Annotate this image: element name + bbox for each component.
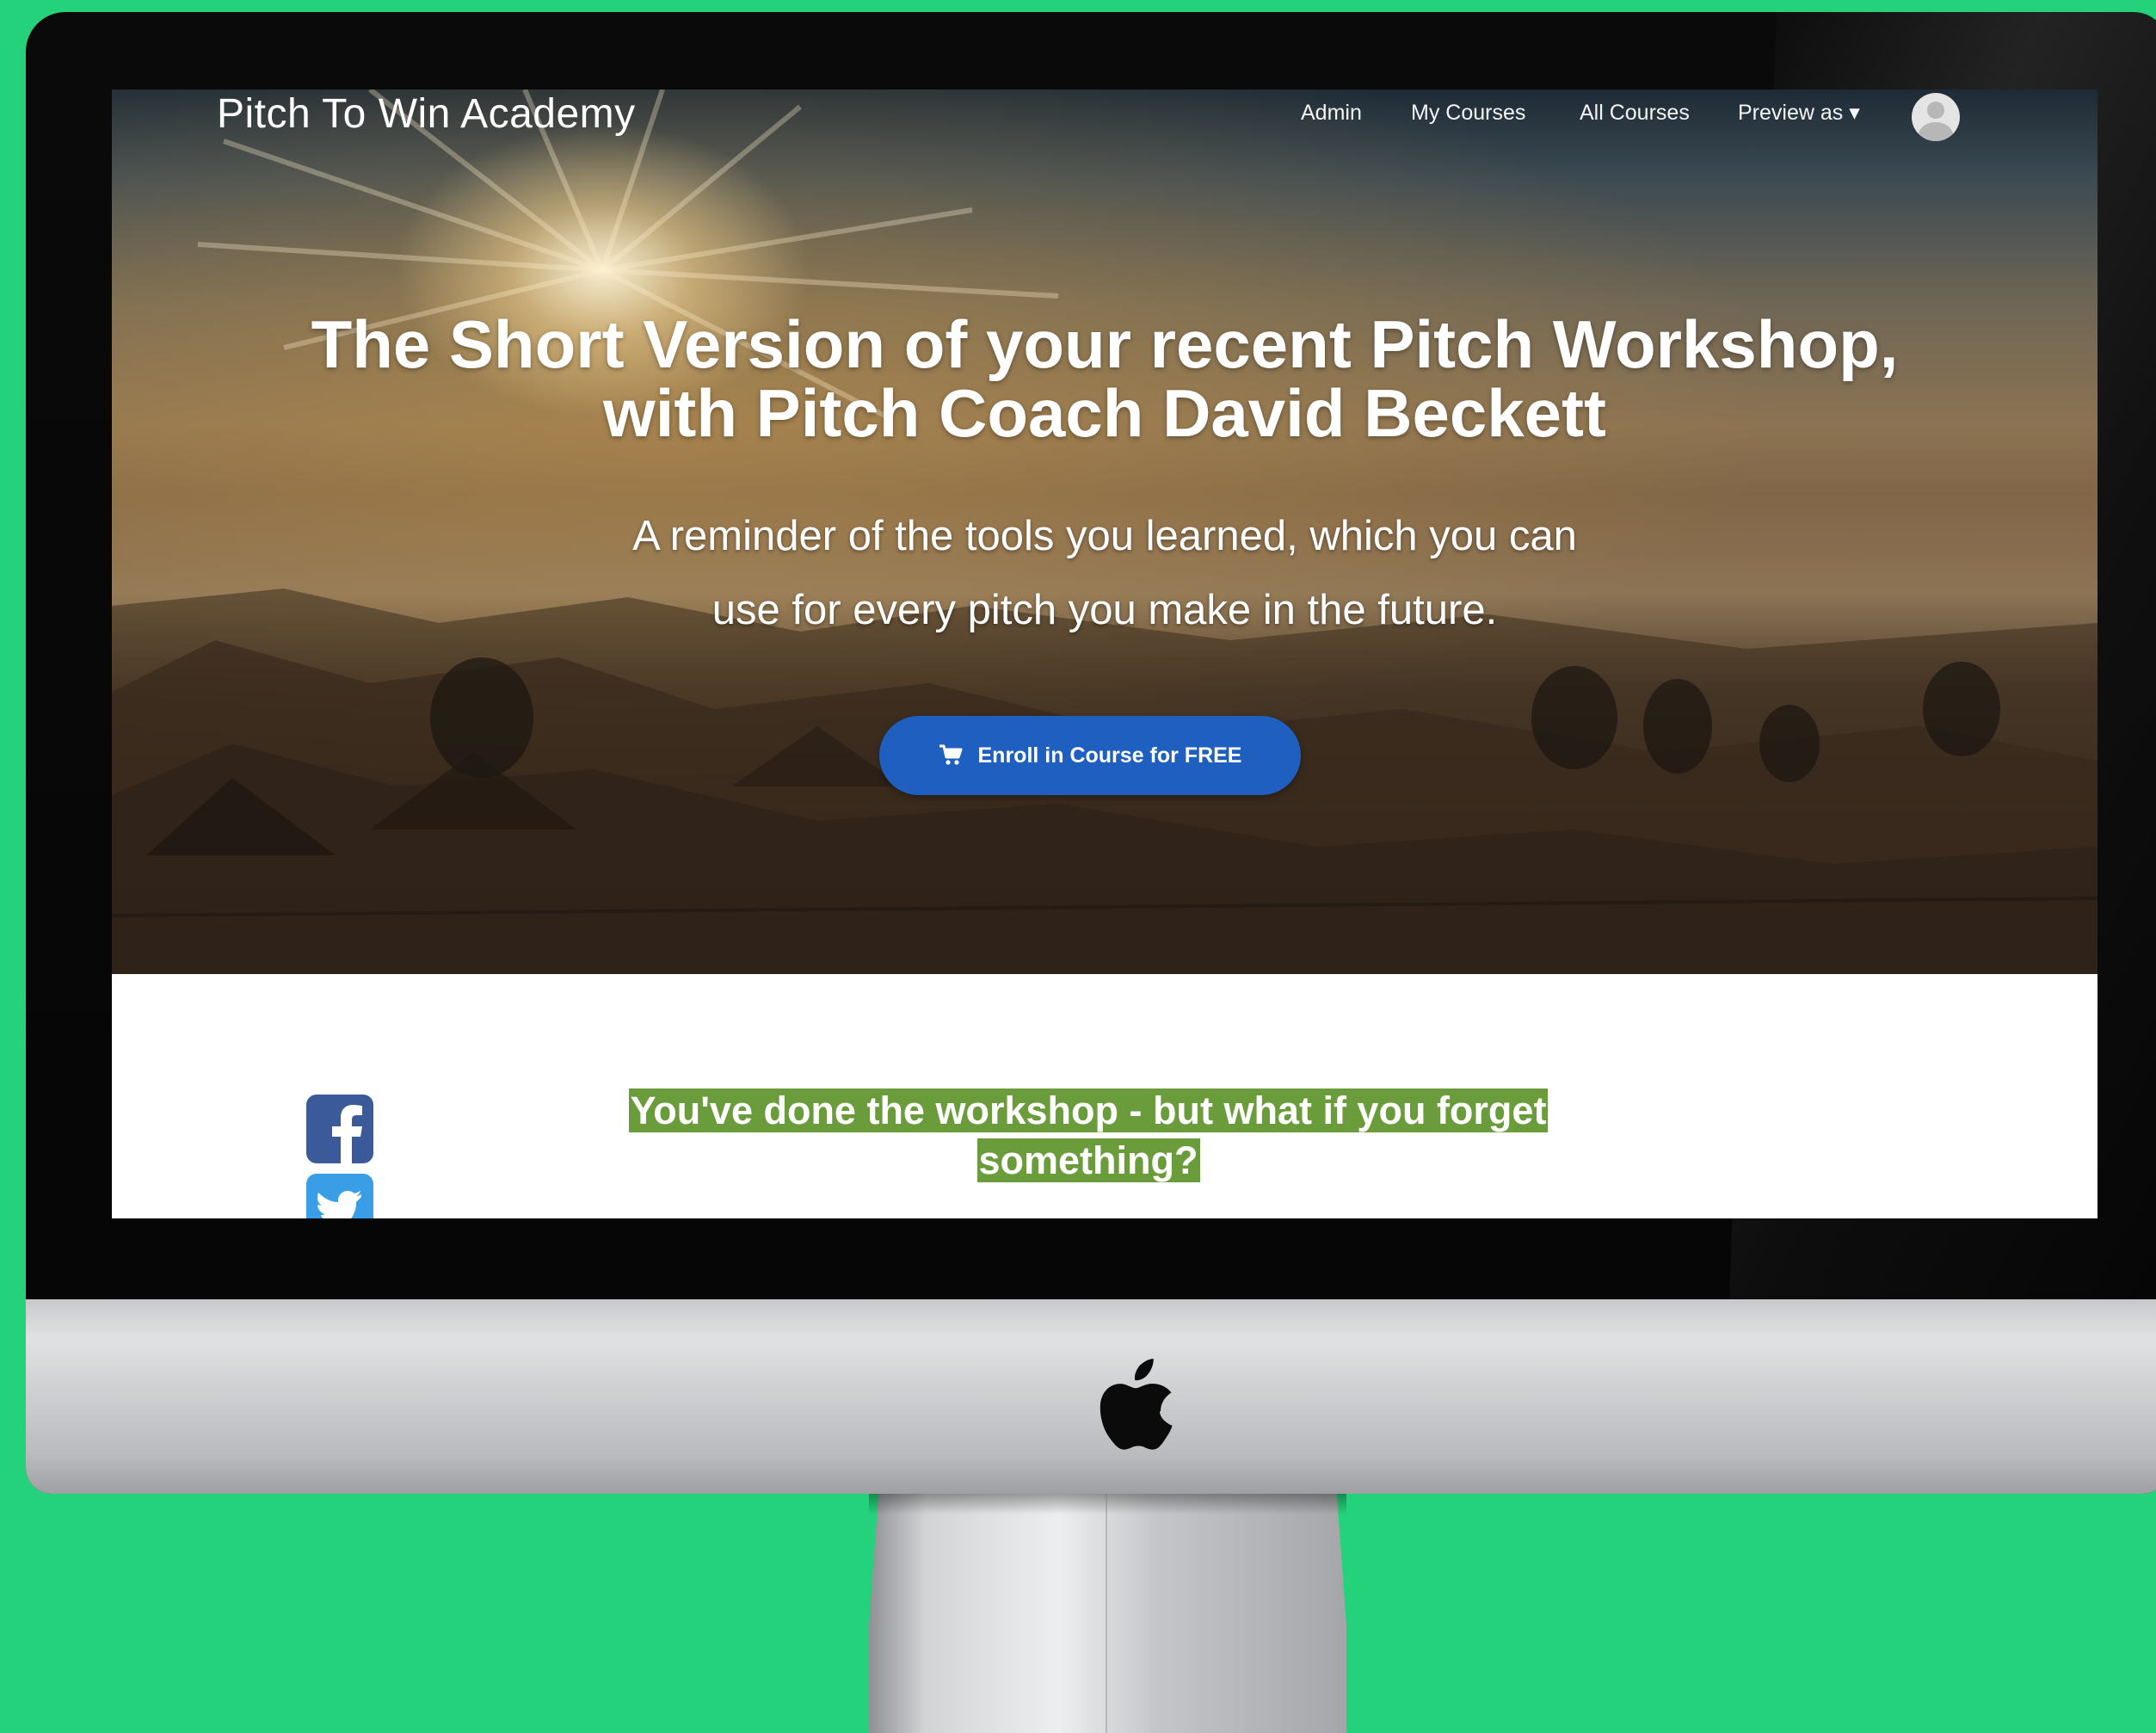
hero-banner: Pitch To Win Academy Admin My Courses Al… xyxy=(112,89,2097,974)
hero-title: The Short Version of your recent Pitch W… xyxy=(112,310,2097,447)
hero-title-line-1: The Short Version of your recent Pitch W… xyxy=(311,306,1899,382)
course-content-section: You've done the workshop - but what if y… xyxy=(112,974,2097,1218)
section-heading-line-2: something? xyxy=(976,1138,1200,1182)
user-avatar-icon[interactable] xyxy=(1912,93,1960,141)
top-navbar: Pitch To Win Academy Admin My Courses Al… xyxy=(112,89,2097,141)
monitor-stand xyxy=(869,1494,1346,1733)
hero-title-line-2: with Pitch Coach David Beckett xyxy=(603,375,1606,451)
stand-shadow xyxy=(869,1494,1346,1514)
preview-as-dropdown[interactable]: Preview as ▾ xyxy=(1738,100,1860,126)
brand-logo-text[interactable]: Pitch To Win Academy xyxy=(217,89,636,139)
enroll-button[interactable]: Enroll in Course for FREE xyxy=(879,716,1301,795)
hero-subtitle-line-1: A reminder of the tools you learned, whi… xyxy=(632,513,1577,559)
nav-link-my-courses[interactable]: My Courses xyxy=(1411,100,1525,126)
twitter-icon[interactable] xyxy=(306,1174,373,1218)
facebook-icon[interactable] xyxy=(306,1095,373,1163)
hero-subtitle-line-2: use for every pitch you make in the futu… xyxy=(711,587,1498,633)
apple-logo-icon xyxy=(1100,1359,1173,1450)
shopping-cart-icon xyxy=(939,744,962,765)
section-heading-line-1: You've done the workshop - but what if y… xyxy=(628,1089,1549,1132)
nav-link-all-courses[interactable]: All Courses xyxy=(1580,100,1690,126)
hero-subtitle: A reminder of the tools you learned, whi… xyxy=(404,499,1805,647)
nav-link-admin[interactable]: Admin xyxy=(1301,100,1362,126)
avatar-body xyxy=(1919,122,1953,141)
stand-seam xyxy=(1106,1494,1107,1733)
browser-screen: Pitch To Win Academy Admin My Courses Al… xyxy=(112,89,2097,1218)
enroll-button-label: Enroll in Course for FREE xyxy=(977,743,1242,768)
avatar-head xyxy=(1927,102,1944,119)
section-heading: You've done the workshop - but what if y… xyxy=(559,1086,1617,1186)
